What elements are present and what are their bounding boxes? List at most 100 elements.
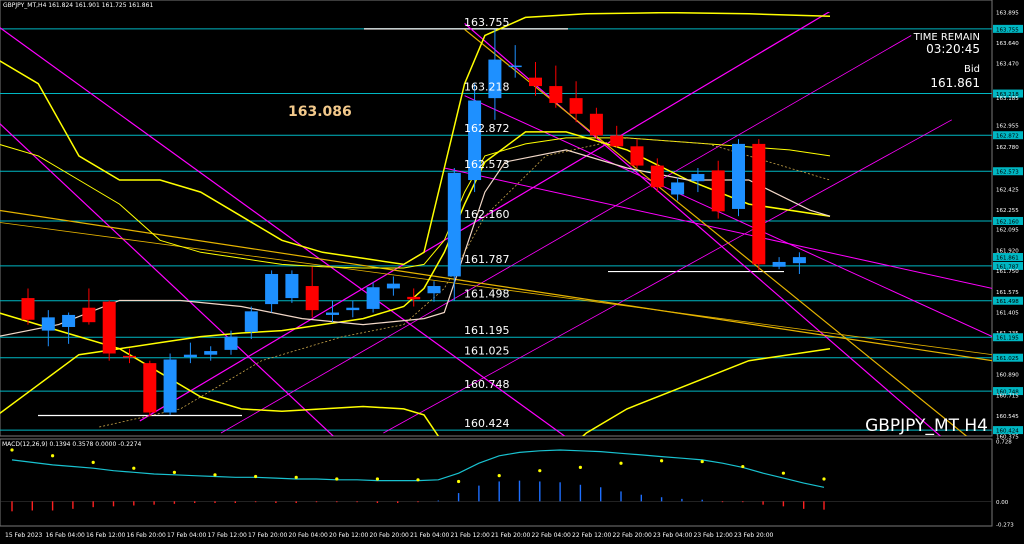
macd-signal-dot-32 <box>660 459 664 463</box>
candle-5 <box>123 348 136 364</box>
time-tick-7: 20 Feb 04:00 <box>289 532 329 539</box>
macd-signal-dot-0 <box>10 448 14 452</box>
axis-tick-18: 161.575 <box>996 290 1019 296</box>
candle-3 <box>82 288 96 325</box>
macd-signal-dot-34 <box>700 459 704 464</box>
macd-signal-dot-16 <box>335 477 339 481</box>
axis-tick-12: 162.160 <box>996 219 1019 225</box>
candle-13 <box>285 270 299 303</box>
candle-30 <box>630 139 644 168</box>
candle-37 <box>772 257 786 270</box>
time-tick-9: 20 Feb 20:00 <box>370 532 410 539</box>
candle-38 <box>792 252 806 274</box>
level-label-1: 163.218 <box>464 81 510 94</box>
time-tick-16: 23 Feb 04:00 <box>653 532 693 539</box>
axis-tick-1: 163.755 <box>996 27 1019 33</box>
level-label-5: 161.787 <box>464 253 510 266</box>
time-tick-10: 21 Feb 04:00 <box>410 532 450 539</box>
candle-18 <box>386 276 400 296</box>
macd-signal-dot-24 <box>497 474 501 478</box>
candle-7 <box>163 353 177 415</box>
macd-signal-dot-20 <box>416 478 420 482</box>
trendline-8 <box>0 209 992 362</box>
candle-22 <box>468 83 482 193</box>
candle-24 <box>508 45 522 78</box>
axis-tick-10: 162.425 <box>996 188 1019 194</box>
axis-tick-13: 162.095 <box>996 227 1019 233</box>
axis-tick-23: 161.025 <box>996 356 1019 362</box>
axis-tick-27: 160.545 <box>996 414 1019 420</box>
axis-tick-20: 161.405 <box>996 310 1019 316</box>
trendline-5 <box>464 22 942 436</box>
price-chart[interactable]: 163.755 163.218 162.872 162.573 162.160 161.7… <box>0 0 1024 544</box>
macd-indicator <box>0 448 992 512</box>
fast-ma-line <box>0 149 831 337</box>
candle-4 <box>102 300 116 361</box>
candle-0 <box>21 288 35 325</box>
upper-band-inner <box>0 137 831 269</box>
macd-signal-dot-14 <box>294 475 298 479</box>
candle-29 <box>610 125 624 148</box>
macd-signal-dot-4 <box>91 460 95 464</box>
candle-19 <box>407 288 421 307</box>
axis-tick-11: 162.255 <box>996 208 1019 214</box>
macd-signal-dot-36 <box>741 464 745 469</box>
level-label-6: 161.498 <box>464 288 510 301</box>
macd-panel-frame <box>0 438 993 527</box>
candle-34 <box>711 160 725 219</box>
moving-averages <box>0 12 831 436</box>
candle-1 <box>41 310 55 347</box>
candle-32 <box>671 177 685 201</box>
axis-tick-26: 160.715 <box>996 394 1019 400</box>
candle-20 <box>427 281 441 302</box>
candle-6 <box>143 360 157 417</box>
candle-8 <box>183 342 197 364</box>
time-tick-6: 17 Feb 20:00 <box>248 532 288 539</box>
axis-tick-5: 163.185 <box>996 96 1019 102</box>
time-tick-8: 20 Feb 12:00 <box>329 532 369 539</box>
time-tick-2: 16 Feb 12:00 <box>86 532 126 539</box>
axis-tick-24: 160.890 <box>996 372 1019 378</box>
level-label-9: 160.748 <box>464 378 510 391</box>
axis-tick-6: 162.955 <box>996 124 1019 130</box>
macd-axis-tick-1: 0.00 <box>996 500 1009 506</box>
macd-signal-dot-38 <box>781 471 786 475</box>
candle-36 <box>752 139 766 271</box>
axis-tick-2: 163.640 <box>996 41 1019 47</box>
macd-signal-dot-30 <box>619 461 623 465</box>
macd-axis-tick-0: 0.728 <box>996 440 1012 446</box>
macd-signal-dot-2 <box>51 454 55 458</box>
level-label-7: 161.195 <box>464 324 510 337</box>
time-tick-18: 23 Feb 20:00 <box>734 532 774 539</box>
macd-signal-dot-40 <box>822 477 826 481</box>
macd-signal-dot-28 <box>578 465 583 469</box>
time-tick-1: 16 Feb 04:00 <box>46 532 86 539</box>
time-remain-value: 03:20:45 <box>926 42 980 56</box>
macd-signal-dot-8 <box>172 470 176 474</box>
time-tick-14: 22 Feb 12:00 <box>572 532 612 539</box>
axis-tick-8: 162.780 <box>996 145 1019 151</box>
time-tick-11: 21 Feb 12:00 <box>451 532 491 539</box>
axis-tick-7: 162.872 <box>996 134 1019 140</box>
macd-signal-dot-22 <box>457 479 461 484</box>
axis-tick-19: 161.498 <box>996 299 1019 305</box>
candle-21 <box>447 167 461 301</box>
symbol-watermark: GBPJPY_MT H4 <box>865 416 988 436</box>
time-tick-4: 17 Feb 04:00 <box>167 532 207 539</box>
candle-12 <box>265 270 279 313</box>
time-tick-15: 22 Feb 20:00 <box>613 532 653 539</box>
upper-band-line <box>0 12 831 266</box>
macd-signal-dot-6 <box>132 466 136 470</box>
axis-tick-15: 161.861 <box>996 256 1019 262</box>
time-tick-17: 23 Feb 12:00 <box>694 532 734 539</box>
envelope-lower <box>0 312 831 436</box>
bid-value: 161.861 <box>930 76 980 90</box>
price-axis: 163.895163.755163.640163.470163.218163.1… <box>993 11 1023 529</box>
level-label-10: 160.424 <box>464 417 510 430</box>
macd-signal-dot-26 <box>538 469 542 473</box>
axis-tick-3: 163.470 <box>996 62 1019 68</box>
candle-23 <box>488 29 502 120</box>
macd-signal-dot-18 <box>375 477 379 481</box>
candle-16 <box>346 300 360 318</box>
macd-info-label: MACD(12,26,9) 0.1394 0.3578 0.0000 -0.22… <box>2 441 142 448</box>
